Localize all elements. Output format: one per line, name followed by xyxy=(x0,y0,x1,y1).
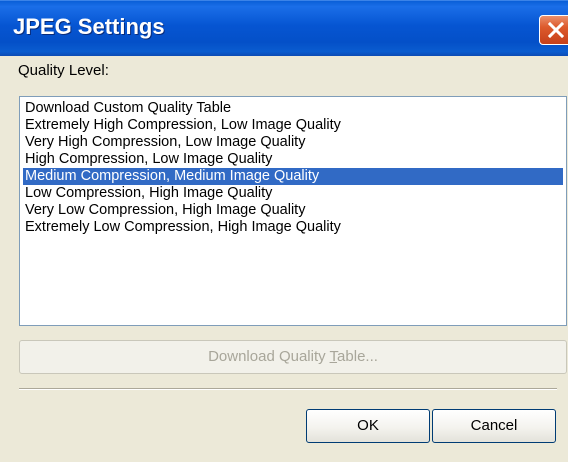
separator-line xyxy=(19,388,557,390)
window-title: JPEG Settings xyxy=(13,14,165,39)
quality-level-listbox[interactable]: Download Custom Quality Table Extremely H… xyxy=(19,96,567,326)
quality-option[interactable]: Very High Compression, Low Image Quality xyxy=(23,134,563,151)
quality-option[interactable]: Very Low Compression, High Image Quality xyxy=(23,202,563,219)
quality-option[interactable]: Medium Compression, Medium Image Quality xyxy=(23,168,563,185)
quality-option[interactable]: Low Compression, High Image Quality xyxy=(23,185,563,202)
download-quality-table-accelerator: T xyxy=(329,348,338,365)
title-bar: JPEG Settings xyxy=(0,0,568,56)
cancel-button[interactable]: Cancel xyxy=(432,409,556,443)
quality-option[interactable]: Extremely High Compression, Low Image Qu… xyxy=(23,117,563,134)
ok-button[interactable]: OK xyxy=(306,409,430,443)
download-quality-table-label-start: Download Quality xyxy=(208,348,330,365)
download-quality-table-label-end: able... xyxy=(337,348,378,365)
close-button[interactable] xyxy=(539,15,568,45)
quality-option[interactable]: Extremely Low Compression, High Image Qu… xyxy=(23,219,563,236)
quality-option[interactable]: High Compression, Low Image Quality xyxy=(23,151,563,168)
quality-level-label: Quality Level: xyxy=(18,62,109,79)
close-x-icon xyxy=(548,22,564,38)
download-quality-table-button[interactable]: Download Quality Table... xyxy=(19,340,567,374)
quality-option[interactable]: Download Custom Quality Table xyxy=(23,100,563,117)
